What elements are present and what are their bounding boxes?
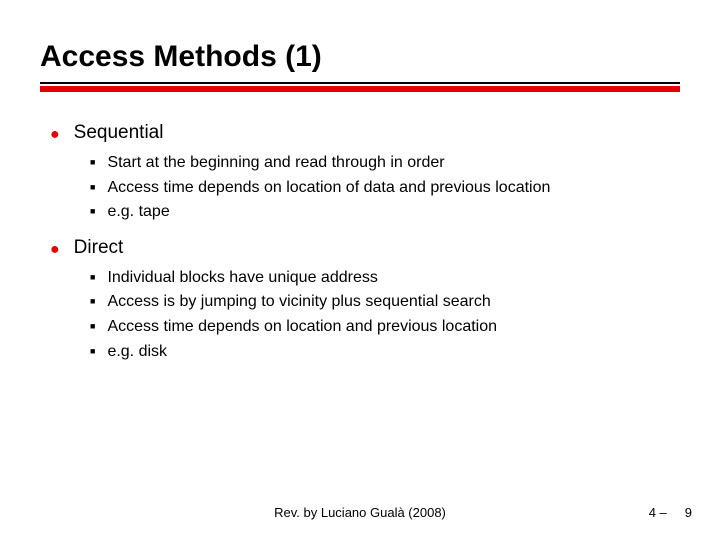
square-bullet-icon: ■ bbox=[90, 206, 95, 216]
subbullets-sequential: ■ Start at the beginning and read throug… bbox=[50, 152, 680, 223]
bullet-row: ● Sequential bbox=[50, 122, 680, 144]
slide-footer: Rev. by Luciano Gualà (2008) 4 – 9 bbox=[0, 505, 720, 520]
square-bullet-icon: ■ bbox=[90, 272, 95, 282]
rule-thin bbox=[40, 82, 680, 84]
square-bullet-icon: ■ bbox=[90, 321, 95, 331]
footer-revision: Rev. by Luciano Gualà (2008) bbox=[274, 505, 446, 520]
footer-chapter: 4 – bbox=[649, 505, 667, 520]
subbullet-row: ■ Individual blocks have unique address bbox=[90, 267, 680, 289]
square-bullet-icon: ■ bbox=[90, 157, 95, 167]
subbullet-row: ■ Access time depends on location and pr… bbox=[90, 316, 680, 338]
subbullet-text: e.g. tape bbox=[107, 201, 169, 223]
disc-bullet-icon: ● bbox=[50, 127, 60, 143]
disc-bullet-icon: ● bbox=[50, 242, 60, 258]
slide-title: Access Methods (1) bbox=[40, 40, 680, 74]
subbullet-text: Individual blocks have unique address bbox=[107, 267, 377, 289]
subbullet-text: Start at the beginning and read through … bbox=[107, 152, 444, 174]
subbullets-direct: ■ Individual blocks have unique address … bbox=[50, 267, 680, 362]
bullet-label: Direct bbox=[74, 237, 124, 259]
slide: Access Methods (1) ● Sequential ■ Start … bbox=[0, 0, 720, 362]
square-bullet-icon: ■ bbox=[90, 296, 95, 306]
subbullet-row: ■ Start at the beginning and read throug… bbox=[90, 152, 680, 174]
bullet-direct: ● Direct ■ Individual blocks have unique… bbox=[50, 237, 680, 362]
bullet-sequential: ● Sequential ■ Start at the beginning an… bbox=[50, 122, 680, 223]
square-bullet-icon: ■ bbox=[90, 346, 95, 356]
subbullet-row: ■ Access is by jumping to vicinity plus … bbox=[90, 291, 680, 313]
footer-page-number: 9 bbox=[685, 505, 692, 520]
subbullet-text: Access time depends on location and prev… bbox=[107, 316, 497, 338]
bullet-label: Sequential bbox=[74, 122, 164, 144]
footer-page-group: 4 – 9 bbox=[649, 505, 692, 520]
subbullet-row: ■ e.g. tape bbox=[90, 201, 680, 223]
bullet-row: ● Direct bbox=[50, 237, 680, 259]
subbullet-text: Access time depends on location of data … bbox=[107, 177, 550, 199]
subbullet-row: ■ Access time depends on location of dat… bbox=[90, 177, 680, 199]
subbullet-text: Access is by jumping to vicinity plus se… bbox=[107, 291, 490, 313]
square-bullet-icon: ■ bbox=[90, 182, 95, 192]
slide-content: ● Sequential ■ Start at the beginning an… bbox=[40, 122, 680, 362]
subbullet-text: e.g. disk bbox=[107, 341, 167, 363]
rule-thick bbox=[40, 86, 680, 92]
subbullet-row: ■ e.g. disk bbox=[90, 341, 680, 363]
